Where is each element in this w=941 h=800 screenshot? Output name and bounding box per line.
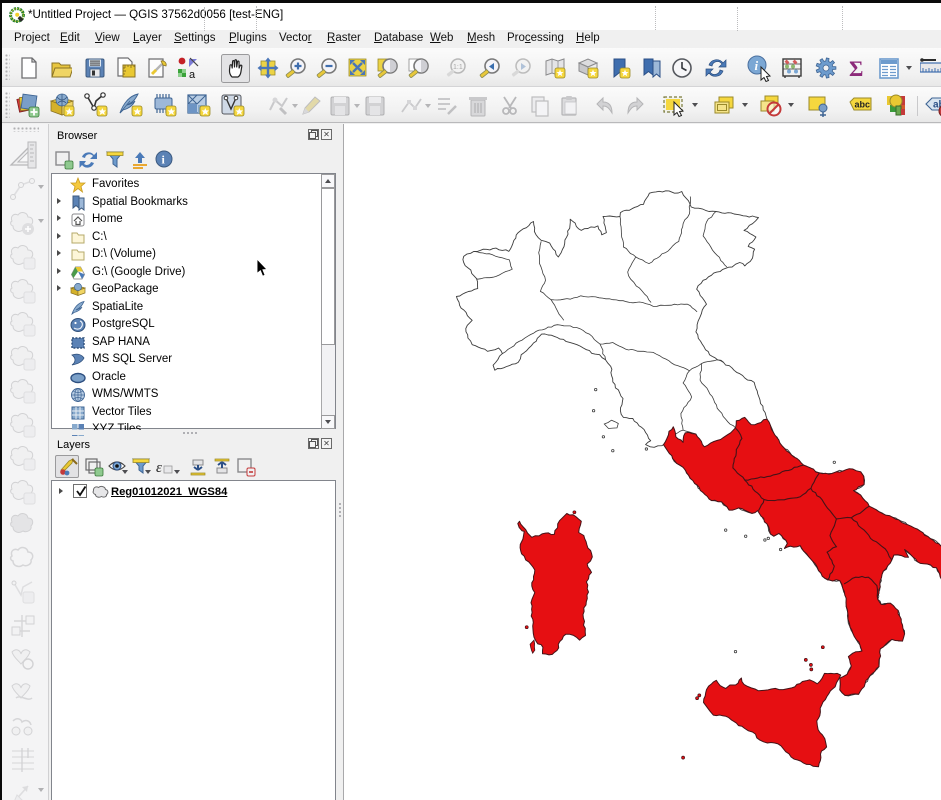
svg-text:1:1: 1:1: [453, 64, 463, 71]
svg-text:Σ: Σ: [849, 57, 863, 79]
svg-text:ε: ε: [156, 460, 162, 476]
svg-text:abc: abc: [855, 100, 871, 110]
svg-text:i: i: [755, 58, 759, 73]
svg-text:a: a: [189, 69, 196, 79]
